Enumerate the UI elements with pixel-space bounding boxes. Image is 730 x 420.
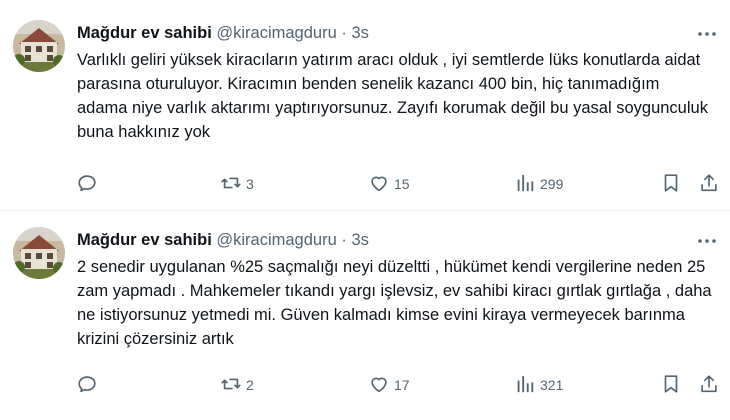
retweet-button[interactable]: 2 (220, 373, 254, 397)
action-bar: 2 17 321 (74, 373, 724, 397)
view-count: 321 (540, 377, 564, 393)
bookmark-button[interactable] (660, 373, 682, 397)
view-count: 299 (540, 176, 564, 192)
like-button[interactable]: 15 (368, 172, 410, 196)
like-button[interactable]: 17 (368, 373, 410, 397)
bookmark-button[interactable] (660, 172, 682, 196)
reply-icon (76, 172, 98, 197)
share-icon (698, 373, 720, 398)
reply-icon (76, 373, 98, 398)
retweet-icon (220, 373, 242, 398)
more-icon[interactable] (696, 24, 718, 44)
like-count: 17 (394, 377, 410, 393)
like-icon (368, 373, 390, 398)
timestamp[interactable]: 3s (351, 24, 368, 42)
views-icon (514, 373, 536, 398)
reply-button[interactable] (76, 373, 102, 397)
author-handle[interactable]: @kiracimagduru (216, 24, 336, 42)
tweet[interactable]: Mağdur ev sahibi @kiracimagduru · 3s Var… (0, 0, 730, 210)
tweet-header: Mağdur ev sahibi @kiracimagduru · 3s (77, 24, 369, 43)
tweet[interactable]: Mağdur ev sahibi @kiracimagduru · 3s 2 s… (0, 210, 730, 420)
author-name[interactable]: Mağdur ev sahibi (77, 24, 212, 42)
retweet-button[interactable]: 3 (220, 172, 254, 196)
tweet-feed: Mağdur ev sahibi @kiracimagduru · 3s Var… (0, 0, 730, 420)
tweet-header: Mağdur ev sahibi @kiracimagduru · 3s (77, 231, 369, 250)
share-icon (698, 172, 720, 197)
views-button[interactable]: 299 (514, 172, 563, 196)
like-count: 15 (394, 176, 410, 192)
retweet-count: 3 (246, 176, 254, 192)
avatar[interactable] (13, 227, 65, 279)
action-bar: 3 15 299 (74, 172, 724, 196)
reply-button[interactable] (76, 172, 102, 196)
like-icon (368, 172, 390, 197)
timestamp[interactable]: 3s (351, 231, 368, 249)
retweet-count: 2 (246, 377, 254, 393)
separator-dot: · (341, 24, 347, 42)
more-icon[interactable] (696, 231, 718, 251)
bookmark-icon (660, 172, 682, 197)
views-button[interactable]: 321 (514, 373, 563, 397)
tweet-text: Varlıklı geliri yüksek kiracıların yatır… (77, 51, 708, 141)
retweet-icon (220, 172, 242, 197)
author-name[interactable]: Mağdur ev sahibi (77, 231, 212, 249)
tweet-text: 2 senedir uygulanan %25 saçmalığı neyi d… (77, 258, 712, 348)
bookmark-icon (660, 373, 682, 398)
author-handle[interactable]: @kiracimagduru (216, 231, 336, 249)
views-icon (514, 172, 536, 197)
share-button[interactable] (698, 172, 720, 196)
separator-dot: · (341, 231, 347, 249)
share-button[interactable] (698, 373, 720, 397)
avatar[interactable] (13, 20, 65, 72)
